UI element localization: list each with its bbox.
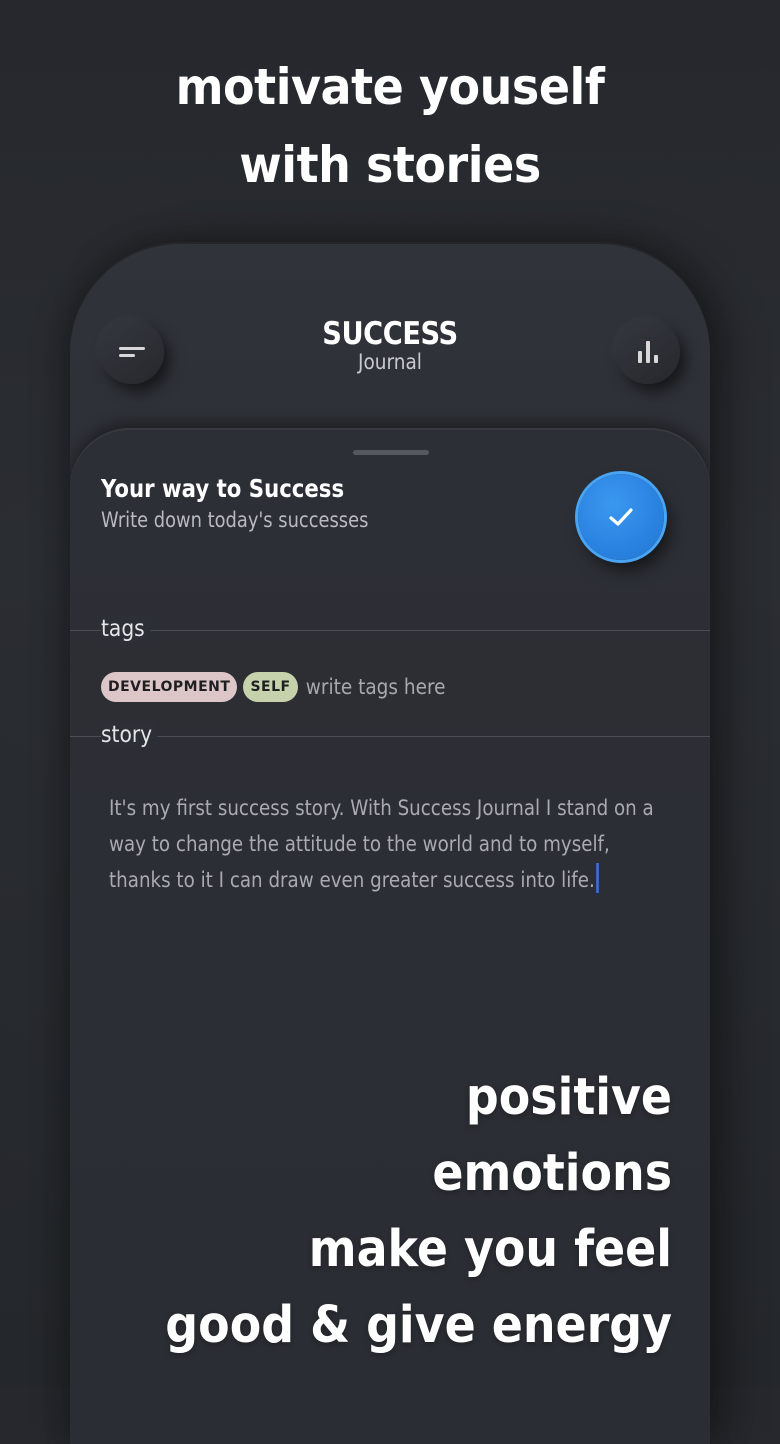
bar-chart-icon	[637, 341, 659, 363]
story-text: It's my first success story. With Succes…	[109, 796, 654, 892]
statistics-button[interactable]	[616, 320, 680, 384]
promo-slogan-line-4: good & give energy	[165, 1296, 672, 1355]
promo-slogan-line-3: make you feel	[308, 1220, 672, 1279]
promo-headline-line-1: motivate youself	[175, 58, 605, 116]
text-cursor	[596, 863, 600, 893]
story-divider	[70, 736, 710, 737]
checkmark-icon	[609, 508, 633, 526]
promo-slogan-line-2: emotions	[432, 1144, 672, 1203]
promo-slogan: positive emotions make you feel good & g…	[165, 1060, 672, 1364]
promo-headline: motivate youself with stories	[31, 48, 749, 204]
app-title: SUCCESS	[322, 316, 458, 352]
tags-label: tags	[101, 616, 151, 642]
promo-headline-line-2: with stories	[239, 136, 541, 194]
tags-input[interactable]	[303, 675, 517, 699]
story-textarea[interactable]: It's my first success story. With Succes…	[109, 790, 666, 898]
tag-chip-self[interactable]: SELF	[243, 672, 298, 702]
story-label: story	[101, 722, 158, 748]
tag-chip-development[interactable]: DEVELOPMENT	[101, 672, 238, 702]
save-entry-button[interactable]	[578, 474, 664, 560]
tags-divider	[70, 630, 710, 631]
promo-slogan-line-1: positive	[465, 1068, 672, 1127]
sheet-subtitle: Write down today's successes	[101, 508, 369, 532]
sheet-title: Your way to Success	[101, 474, 345, 503]
app-subtitle: Journal	[358, 350, 422, 374]
tags-row: DEVELOPMENT SELF	[101, 672, 546, 702]
sheet-drag-handle[interactable]	[353, 450, 429, 455]
